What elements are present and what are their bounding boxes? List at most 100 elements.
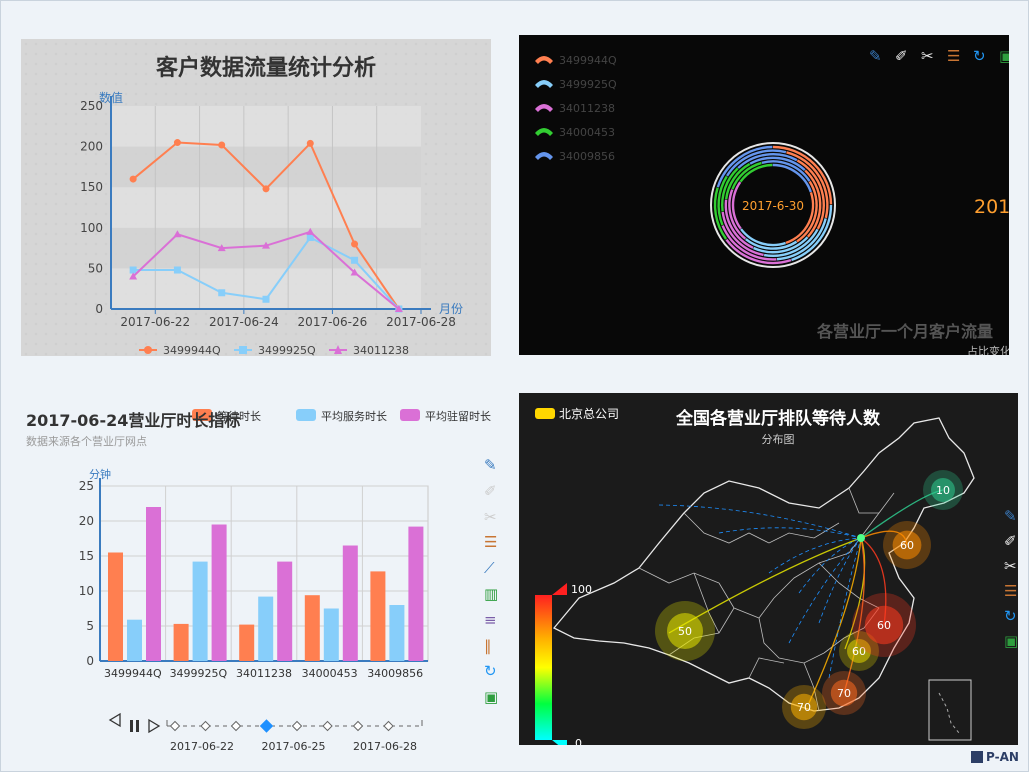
visual-map-bar[interactable] xyxy=(535,595,552,740)
visual-map-handle[interactable] xyxy=(552,583,567,595)
visual-map-handle[interactable] xyxy=(552,740,567,745)
data-point[interactable] xyxy=(262,295,270,303)
bubble-label: 70 xyxy=(797,701,811,714)
legend-item[interactable]: 3499925Q xyxy=(535,78,617,91)
legend-swatch xyxy=(296,409,316,421)
mark-clear-icon[interactable]: ✂ xyxy=(484,509,497,525)
mark-undo-icon[interactable]: ✐ xyxy=(1004,534,1017,549)
legend-marker xyxy=(239,346,247,354)
bar[interactable] xyxy=(173,623,189,661)
bar[interactable] xyxy=(127,619,142,661)
grid-band xyxy=(111,146,421,188)
bar[interactable] xyxy=(304,595,320,661)
legend-label: 3499925Q xyxy=(559,78,617,91)
legend-item[interactable]: 平均服务时长 xyxy=(296,409,387,423)
x-tick-label: 34000453 xyxy=(302,667,358,680)
refresh-icon[interactable]: ↻ xyxy=(484,664,497,679)
mark-undo-icon[interactable]: ✐ xyxy=(895,49,908,64)
donut-arc[interactable] xyxy=(740,228,786,247)
data-view-icon[interactable]: ☰ xyxy=(1004,584,1017,599)
legend-label: 3499944Q xyxy=(163,344,221,356)
data-view-icon[interactable]: ☰ xyxy=(947,49,960,64)
data-point[interactable] xyxy=(129,175,137,183)
dash-flow xyxy=(818,537,862,624)
x-tick-label: 2017-06-24 xyxy=(209,315,279,329)
data-point[interactable] xyxy=(173,266,181,274)
timeline-point[interactable] xyxy=(383,720,394,732)
timeline-pause-icon[interactable] xyxy=(136,720,139,732)
timeline-next-icon[interactable] xyxy=(148,718,161,734)
legend-item[interactable]: 34011238 xyxy=(535,102,615,115)
bar[interactable] xyxy=(211,524,227,662)
line-icon[interactable]: ⟋ xyxy=(484,561,495,576)
x-tick-label: 3499944Q xyxy=(104,667,162,680)
legend-item[interactable]: 3499944Q xyxy=(139,344,221,356)
bar[interactable] xyxy=(408,526,424,661)
legend-swatch[interactable] xyxy=(535,408,555,419)
bar[interactable] xyxy=(277,561,293,661)
bar[interactable] xyxy=(342,545,358,662)
bar[interactable] xyxy=(389,605,405,661)
bar[interactable] xyxy=(192,561,208,661)
data-point[interactable] xyxy=(351,256,359,264)
brand-logo: P-AN xyxy=(971,750,1019,764)
bar[interactable] xyxy=(108,552,123,662)
stack-icon[interactable]: ≡ xyxy=(484,612,497,628)
bar[interactable] xyxy=(239,624,255,661)
timeline-pause-icon[interactable] xyxy=(130,720,133,732)
mark-clear-icon[interactable]: ✂ xyxy=(1004,559,1017,574)
donut-arc[interactable] xyxy=(731,181,742,230)
mark-icon[interactable]: ✎ xyxy=(1004,509,1017,524)
mark-clear-icon[interactable]: ✂ xyxy=(921,49,934,64)
bar[interactable] xyxy=(323,608,339,662)
refresh-icon[interactable]: ↻ xyxy=(1004,609,1017,624)
bar-icon[interactable]: ▥ xyxy=(484,587,498,602)
data-point[interactable] xyxy=(218,289,226,297)
side-label: 201 xyxy=(974,196,1009,218)
mark-undo-icon[interactable]: ✐ xyxy=(484,483,497,499)
bar[interactable] xyxy=(370,571,386,661)
province-border xyxy=(848,487,879,514)
legend-item[interactable]: 34009856 xyxy=(535,150,615,163)
bubble-label: 50 xyxy=(678,625,692,638)
legend-item[interactable]: 3499925Q xyxy=(234,344,316,356)
legend-label[interactable]: 北京总公司 xyxy=(559,407,619,421)
timeline-prev-icon[interactable] xyxy=(108,712,121,728)
data-view-icon[interactable]: ☰ xyxy=(484,535,497,550)
timeline-point[interactable] xyxy=(352,720,364,732)
timeline-point[interactable] xyxy=(291,720,303,732)
queue-map: 北京总公司 全国各营业厅排队等待人数 分布图 10605060607070 10… xyxy=(535,407,975,745)
x-tick-label: 2017-06-26 xyxy=(298,315,368,329)
save-icon[interactable]: ▣ xyxy=(484,690,498,705)
data-point[interactable] xyxy=(306,139,314,147)
mark-icon[interactable]: ✎ xyxy=(484,458,497,473)
hub-point[interactable] xyxy=(857,534,865,542)
legend-item[interactable]: 平均驻留时长 xyxy=(400,409,491,423)
timeline-point[interactable] xyxy=(230,720,242,732)
timeline-point[interactable] xyxy=(322,720,333,732)
legend-item[interactable]: 34011238 xyxy=(329,344,409,356)
bar[interactable] xyxy=(258,596,274,661)
data-point[interactable] xyxy=(218,141,226,149)
save-icon[interactable]: ▣ xyxy=(999,49,1009,64)
legend-item[interactable]: 3499944Q xyxy=(535,54,617,67)
tiled-icon[interactable]: ∥ xyxy=(484,638,492,654)
legend-marker xyxy=(535,56,553,64)
bar[interactable] xyxy=(146,507,161,661)
timeline-point[interactable] xyxy=(169,720,181,732)
data-point[interactable] xyxy=(262,185,270,193)
dash-flow xyxy=(798,537,862,594)
timeline-point[interactable] xyxy=(200,720,211,732)
data-point[interactable] xyxy=(173,139,181,147)
mark-icon[interactable]: ✎ xyxy=(869,49,882,64)
save-icon[interactable]: ▣ xyxy=(1004,634,1018,649)
visual-map-max: 100 xyxy=(571,583,592,596)
x-tick-label: 34009856 xyxy=(367,667,423,680)
data-point[interactable] xyxy=(129,266,137,274)
y-tick-label: 150 xyxy=(80,180,103,194)
timeline-point[interactable] xyxy=(259,719,274,733)
refresh-icon[interactable]: ↻ xyxy=(973,49,986,64)
data-point[interactable] xyxy=(351,240,359,248)
brand-text: P-AN xyxy=(986,750,1019,764)
legend-item[interactable]: 34000453 xyxy=(535,126,615,139)
